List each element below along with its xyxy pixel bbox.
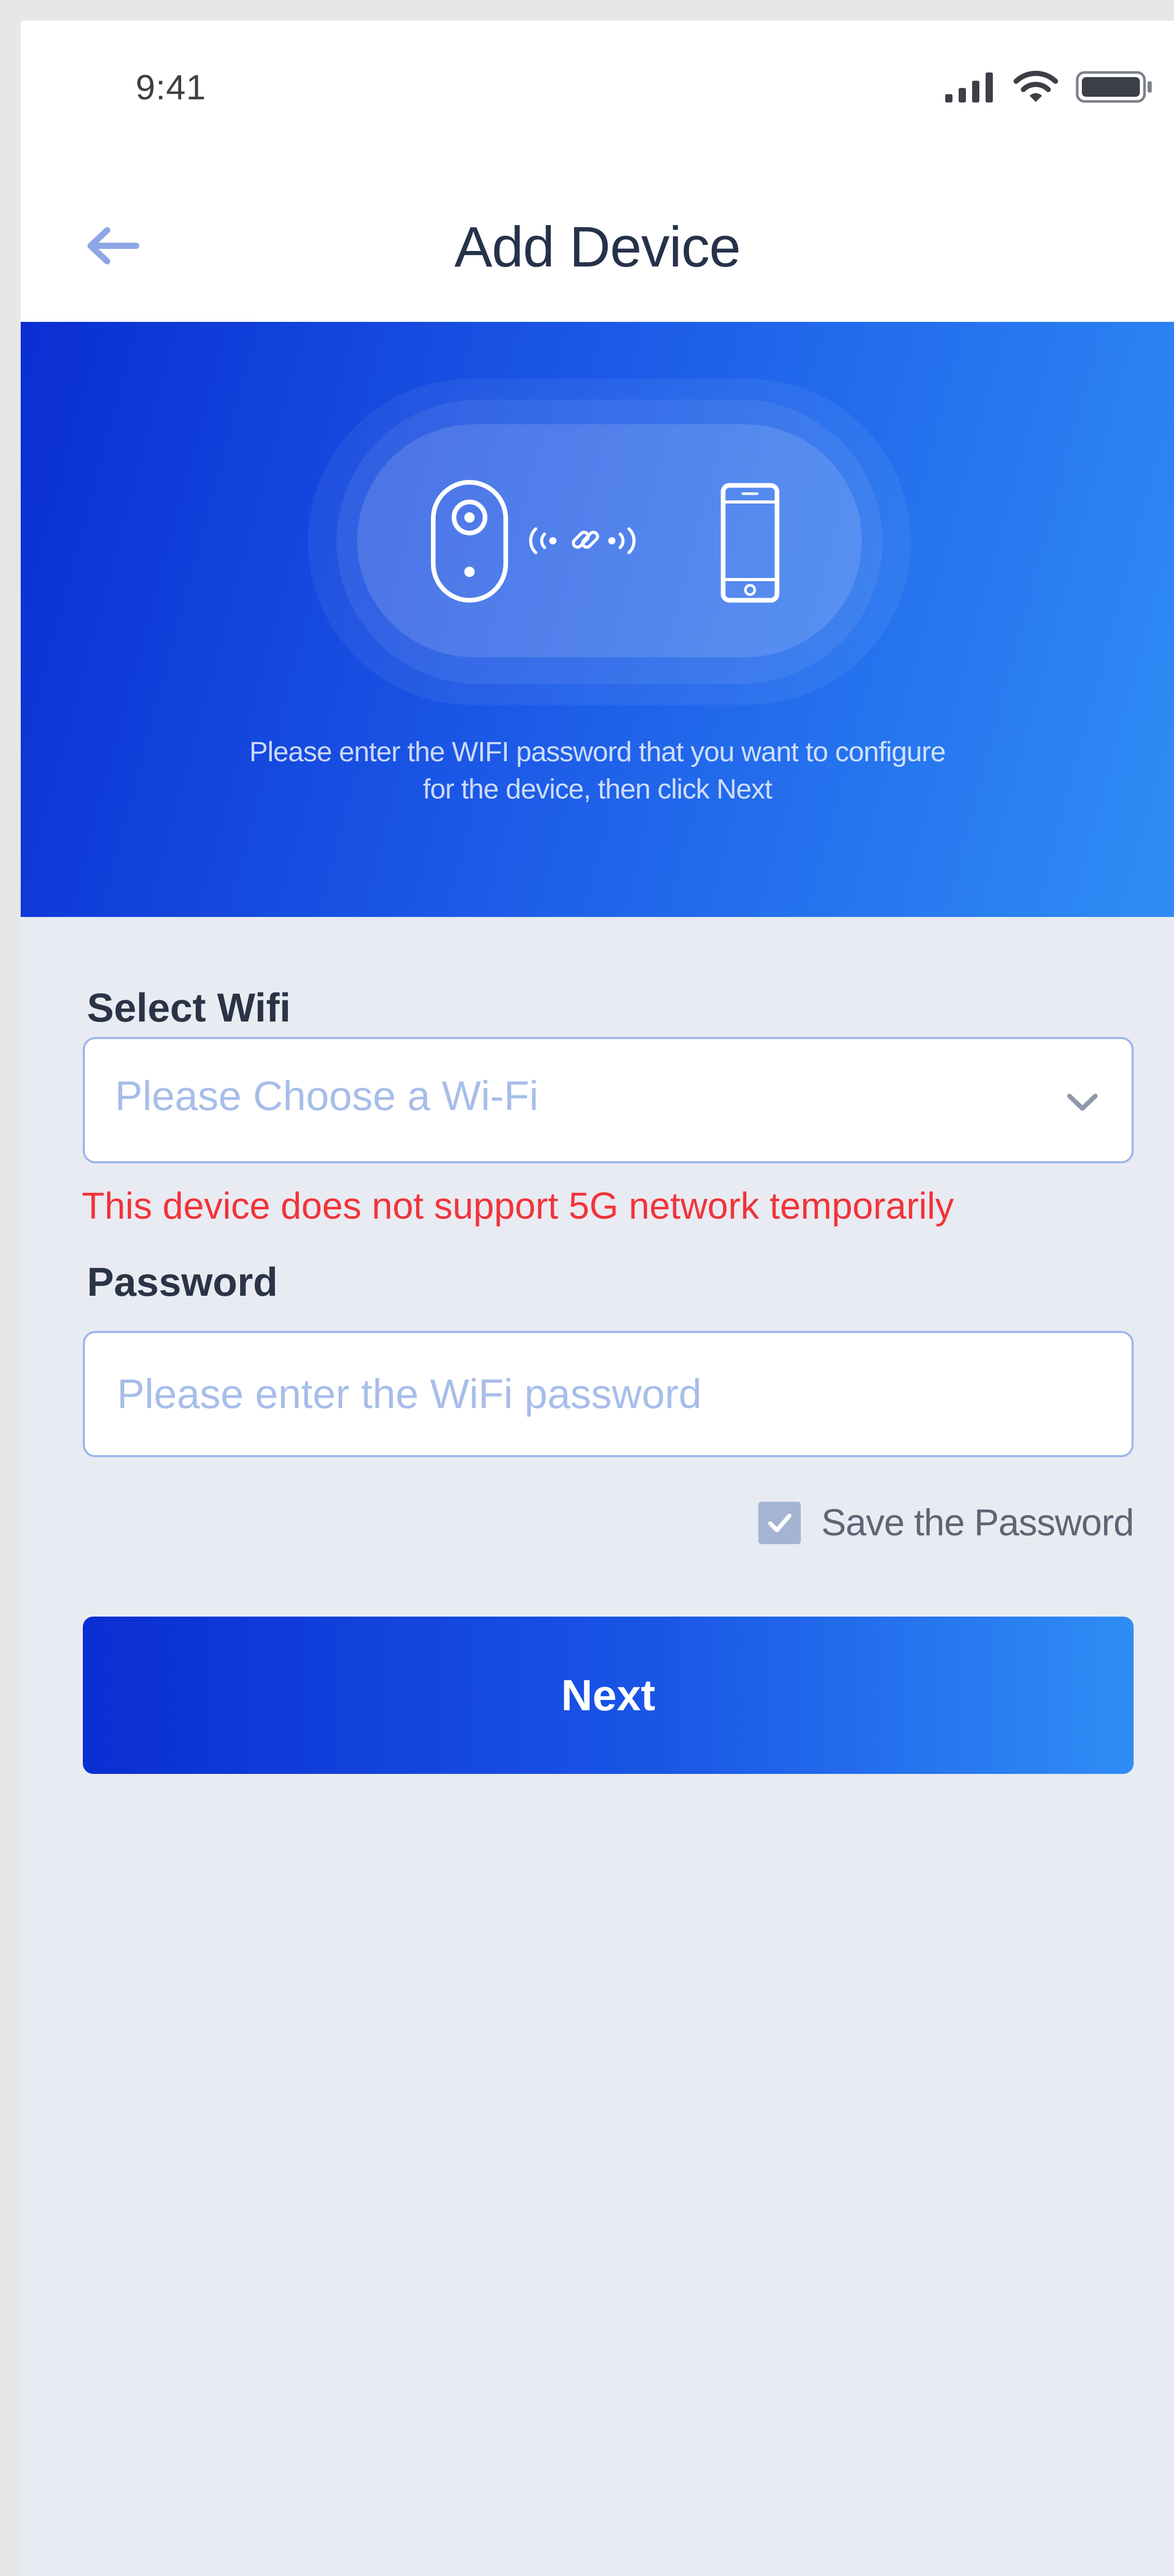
status-icons [944,65,1153,111]
hero-illustration [357,424,862,657]
wifi-icon [1014,70,1058,107]
password-input[interactable] [83,1331,1134,1457]
hero-instructions: Please enter the WIFI password that you … [21,733,1174,808]
save-password-label: Save the Password [821,1502,1134,1544]
wifi-label: Select Wifi [87,985,291,1030]
save-password-checkbox[interactable]: Save the Password [758,1500,1134,1546]
wifi-5g-warning: This device does not support 5G network … [82,1186,954,1227]
status-time: 9:41 [136,68,207,107]
camera-device-icon [431,480,508,603]
hero-instruction-line-2: for the device, then click Next [422,774,772,805]
smartphone-icon [721,483,780,603]
battery-icon [1076,71,1153,106]
screen: 9:41 Add Device Please enter the WIFI pa… [21,21,1174,2576]
signal-icon [944,70,996,106]
hero-instruction-line-1: Please enter the WIFI password that you … [249,736,946,767]
nav-bar: Add Device [21,171,1174,322]
wifi-select-placeholder: Please Choose a Wi-Fi [115,1073,539,1119]
status-bar: 9:41 [21,21,1174,171]
password-label: Password [87,1259,278,1305]
signal-link-icon [529,527,636,554]
hero-banner: Please enter the WIFI password that you … [21,322,1174,917]
checkbox-checked-icon [758,1502,801,1544]
page-title: Add Device [454,215,741,279]
chevron-down-icon [1059,1079,1106,1126]
next-button[interactable]: Next [83,1617,1134,1774]
wifi-select-dropdown[interactable]: Please Choose a Wi-Fi [83,1037,1134,1163]
